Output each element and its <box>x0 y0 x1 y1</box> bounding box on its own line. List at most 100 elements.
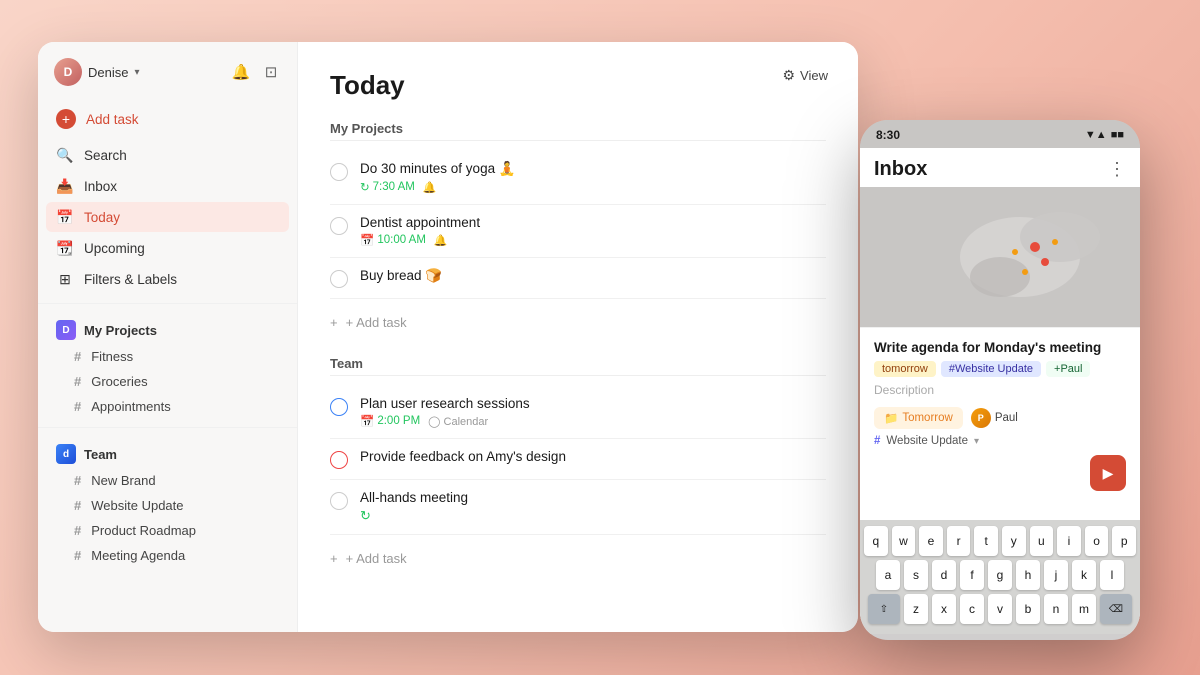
task-name: Plan user research sessions <box>360 396 826 411</box>
phone-menu-dots[interactable]: ⋮ <box>1108 159 1126 180</box>
sidebar-item-appointments[interactable]: # Appointments <box>46 394 289 419</box>
key-g[interactable]: g <box>988 560 1012 590</box>
task-name: All-hands meeting <box>360 490 826 505</box>
sidebar-item-website-update[interactable]: # Website Update <box>46 493 289 518</box>
sidebar-item-new-brand[interactable]: # New Brand <box>46 468 289 493</box>
task-content: All-hands meeting ↻ <box>360 490 826 524</box>
task-item: Dentist appointment 📅 10:00 AM 🔔 <box>330 205 826 258</box>
task-checkbox[interactable] <box>330 270 348 288</box>
task-meta: 📅 10:00 AM 🔔 <box>360 233 826 247</box>
key-r[interactable]: r <box>947 526 971 556</box>
my-projects-header[interactable]: D My Projects <box>46 316 289 344</box>
add-task-row-team[interactable]: + + Add task <box>330 543 826 574</box>
send-row: ▶ <box>874 455 1126 495</box>
sidebar-item-today[interactable]: 📅 Today <box>46 202 289 232</box>
filters-icon: ⊞ <box>56 270 74 288</box>
notifications-icon[interactable]: 🔔 <box>231 62 251 82</box>
keyboard-row-2: a s d f g h j k l <box>864 560 1136 590</box>
add-task-label: Add task <box>86 112 139 127</box>
divider <box>38 427 297 428</box>
key-m[interactable]: m <box>1072 594 1096 624</box>
key-y[interactable]: y <box>1002 526 1026 556</box>
view-icon: ⚙ <box>782 67 795 84</box>
alarm-icon: 🔔 <box>434 234 448 247</box>
search-icon: 🔍 <box>56 146 74 164</box>
project-row: # Website Update ▾ <box>874 435 1126 447</box>
user-menu[interactable]: D Denise ▾ <box>54 58 140 86</box>
key-backspace[interactable]: ⌫ <box>1100 594 1132 624</box>
layout-icon[interactable]: ⊡ <box>261 62 281 82</box>
key-u[interactable]: u <box>1030 526 1054 556</box>
task-checkbox[interactable] <box>330 492 348 510</box>
add-task-button[interactable]: + Add task <box>46 102 289 136</box>
task-checkbox[interactable] <box>330 451 348 469</box>
sidebar-item-search[interactable]: 🔍 Search <box>46 140 289 170</box>
key-shift[interactable]: ⇧ <box>868 594 900 624</box>
key-k[interactable]: k <box>1072 560 1096 590</box>
task-item: Do 30 minutes of yoga 🧘 ↻ 7:30 AM 🔔 <box>330 151 826 205</box>
phone-overlay: 8:30 ▼▲ ■■ Inbox ⋮ <box>860 120 1140 640</box>
sidebar-item-inbox[interactable]: 📥 Inbox <box>46 171 289 201</box>
view-button[interactable]: ⚙ View <box>772 62 838 89</box>
key-h[interactable]: h <box>1016 560 1040 590</box>
task-content: Do 30 minutes of yoga 🧘 ↻ 7:30 AM 🔔 <box>360 161 826 194</box>
key-z[interactable]: z <box>904 594 928 624</box>
keyboard-row-3: ⇧ z x c v b n m ⌫ <box>864 594 1136 624</box>
tag-tomorrow[interactable]: tomorrow <box>874 361 936 377</box>
my-projects-avatar: D <box>56 320 76 340</box>
key-c[interactable]: c <box>960 594 984 624</box>
status-time: 8:30 <box>876 128 900 142</box>
key-w[interactable]: w <box>892 526 916 556</box>
key-o[interactable]: o <box>1085 526 1109 556</box>
sidebar-item-groceries[interactable]: # Groceries <box>46 369 289 394</box>
tomorrow-button[interactable]: 📁 Tomorrow <box>874 407 963 429</box>
key-f[interactable]: f <box>960 560 984 590</box>
key-p[interactable]: p <box>1112 526 1136 556</box>
project-label: New Brand <box>91 473 155 488</box>
key-s[interactable]: s <box>904 560 928 590</box>
task-meta: ↻ <box>360 508 826 524</box>
key-t[interactable]: t <box>974 526 998 556</box>
chevron-down-icon[interactable]: ▾ <box>974 436 979 447</box>
page-title: Today <box>330 70 826 101</box>
team-section: d Team # New Brand # Website Update # Pr… <box>38 432 297 572</box>
task-meta: 📅 2:00 PM ◯ Calendar <box>360 414 826 428</box>
team-header[interactable]: d Team <box>46 440 289 468</box>
phone-inbox-header: Inbox ⋮ <box>860 148 1140 187</box>
sidebar-item-upcoming[interactable]: 📆 Upcoming <box>46 233 289 263</box>
keyboard-row-1: q w e r t y u i o p <box>864 526 1136 556</box>
phone-status-bar: 8:30 ▼▲ ■■ <box>860 120 1140 148</box>
key-n[interactable]: n <box>1044 594 1068 624</box>
hash-icon: # <box>74 473 81 488</box>
add-task-row[interactable]: + + Add task <box>330 307 826 338</box>
task-content: Buy bread 🍞 <box>360 268 826 287</box>
sidebar-item-product-roadmap[interactable]: # Product Roadmap <box>46 518 289 543</box>
key-i[interactable]: i <box>1057 526 1081 556</box>
phone-map-area <box>860 187 1140 327</box>
key-l[interactable]: l <box>1100 560 1124 590</box>
tag-website[interactable]: #Website Update <box>941 361 1041 377</box>
sidebar-item-fitness[interactable]: # Fitness <box>46 344 289 369</box>
task-checkbox[interactable] <box>330 398 348 416</box>
key-q[interactable]: q <box>864 526 888 556</box>
key-b[interactable]: b <box>1016 594 1040 624</box>
key-v[interactable]: v <box>988 594 1012 624</box>
task-checkbox[interactable] <box>330 163 348 181</box>
key-j[interactable]: j <box>1044 560 1068 590</box>
project-label: Meeting Agenda <box>91 548 185 563</box>
project-label: Product Roadmap <box>91 523 196 538</box>
key-x[interactable]: x <box>932 594 956 624</box>
key-a[interactable]: a <box>876 560 900 590</box>
task-content: Dentist appointment 📅 10:00 AM 🔔 <box>360 215 826 247</box>
key-e[interactable]: e <box>919 526 943 556</box>
sidebar-item-meeting-agenda[interactable]: # Meeting Agenda <box>46 543 289 568</box>
hash-icon: # <box>74 523 81 538</box>
task-checkbox[interactable] <box>330 217 348 235</box>
task-content: Provide feedback on Amy's design <box>360 449 826 467</box>
tag-paul[interactable]: +Paul <box>1046 361 1090 377</box>
sidebar-item-label: Search <box>84 148 127 163</box>
key-d[interactable]: d <box>932 560 956 590</box>
sidebar-item-filters[interactable]: ⊞ Filters & Labels <box>46 264 289 294</box>
view-label: View <box>800 68 828 83</box>
send-button[interactable]: ▶ <box>1090 455 1126 491</box>
